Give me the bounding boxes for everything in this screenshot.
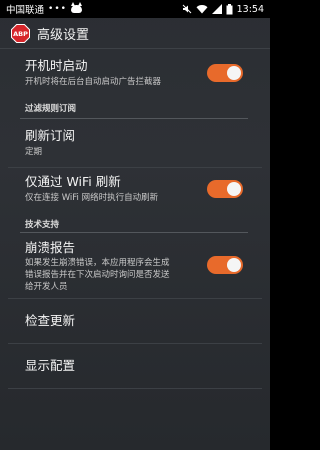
pref-refresh-title: 刷新订阅 (25, 128, 76, 143)
list-divider (8, 388, 262, 389)
list-divider (8, 343, 262, 344)
section-title: 过滤规则订阅 (25, 104, 77, 114)
status-bar: 中国联通 ••• 13:54 (0, 0, 270, 18)
status-right: 13:54 (182, 3, 264, 15)
screen: 中国联通 ••• 13:54 ABP 高级设置 开机时启动 开机时将在后台自动启… (0, 0, 270, 450)
status-left: 中国联通 ••• (6, 2, 82, 16)
svg-text:ABP: ABP (13, 30, 28, 38)
mute-icon (182, 4, 192, 14)
toggle-thumb (227, 258, 241, 272)
pref-show-config[interactable]: 显示配置 (0, 358, 270, 388)
toggle-thumb (227, 66, 241, 80)
battery-icon (226, 3, 233, 15)
pref-autostart[interactable]: 开机时启动 开机时将在后台自动启动广告拦截器 (0, 58, 270, 96)
pref-crash-title: 崩溃报告 (25, 240, 76, 255)
list-divider (8, 298, 262, 299)
section-divider (20, 118, 248, 119)
notification-dots: ••• (48, 4, 67, 14)
pref-crash-summary-line: 给开发人员 (25, 282, 68, 292)
autostart-toggle[interactable] (207, 64, 243, 82)
signal-icon (211, 4, 222, 14)
pref-refresh-subscriptions[interactable]: 刷新订阅 定期 (0, 128, 270, 164)
wifi-icon (196, 4, 208, 14)
app-bar: ABP 高级设置 (0, 18, 270, 49)
pref-wifi-only[interactable]: 仅通过 WiFi 刷新 仅在连接 WiFi 网络时执行自动刷新 (0, 174, 270, 212)
wifi-only-toggle[interactable] (207, 180, 243, 198)
section-support: 技术支持 (0, 218, 270, 230)
crash-report-toggle[interactable] (207, 256, 243, 274)
section-divider (20, 232, 248, 233)
clock: 13:54 (236, 3, 264, 15)
pref-show-config-title: 显示配置 (25, 358, 76, 373)
page-title: 高级设置 (37, 27, 90, 43)
carrier-name: 中国联通 (6, 5, 45, 16)
abp-logo-icon[interactable]: ABP (11, 23, 30, 43)
cat-notification-icon (70, 2, 82, 13)
pref-check-update[interactable]: 检查更新 (0, 313, 270, 343)
section-title: 技术支持 (25, 220, 60, 230)
pref-check-update-title: 检查更新 (25, 313, 76, 328)
toggle-thumb (227, 182, 241, 196)
pref-refresh-summary: 定期 (25, 147, 43, 157)
list-divider (8, 167, 262, 168)
section-filter-subscriptions: 过滤规则订阅 (0, 102, 270, 114)
pref-crash-report[interactable]: 崩溃报告 如果发生崩溃错误，本应用程序会生成 错误报告并在下次启动时询问是否发送… (0, 240, 270, 298)
